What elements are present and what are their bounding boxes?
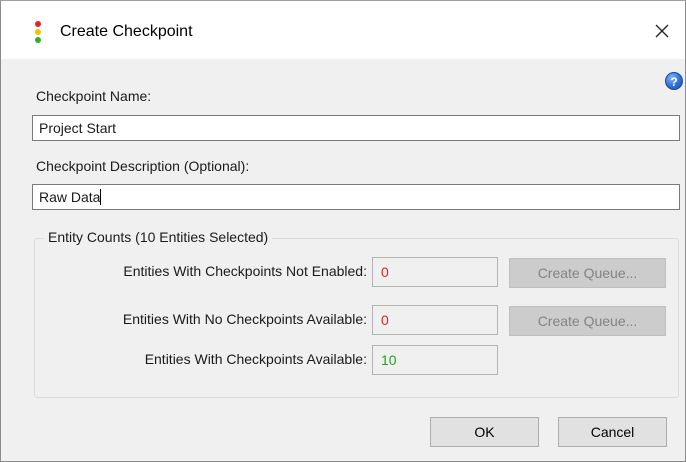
dialog-title: Create Checkpoint (60, 23, 193, 40)
ok-button[interactable]: OK (430, 417, 539, 447)
checkpoints-available-label: Entities With Checkpoints Available: (144, 351, 367, 367)
create-queue-not-enabled-button[interactable]: Create Queue... (509, 258, 666, 288)
not-enabled-label: Entities With Checkpoints Not Enabled: (123, 263, 367, 279)
checkpoint-name-input[interactable]: Project Start (32, 115, 680, 141)
checkpoint-name-value: Project Start (39, 120, 117, 136)
entity-counts-title: Entity Counts (10 Entities Selected) (44, 229, 273, 245)
create-checkpoint-dialog: Create Checkpoint ? Checkpoint Name: Pro… (0, 0, 686, 462)
help-icon[interactable]: ? (665, 72, 683, 90)
checkpoint-description-input[interactable]: Raw Data (32, 184, 680, 210)
checkpoint-name-label: Checkpoint Name: (36, 88, 152, 104)
close-button[interactable] (639, 9, 685, 53)
text-caret (100, 189, 102, 205)
checkpoint-description-value: Raw Data (39, 189, 101, 205)
close-icon (655, 24, 669, 38)
checkpoints-available-count: 10 (372, 345, 498, 375)
traffic-light-icon (35, 21, 41, 43)
create-queue-no-checkpoints-button[interactable]: Create Queue... (509, 306, 666, 336)
cancel-button[interactable]: Cancel (558, 417, 667, 447)
checkpoint-description-label: Checkpoint Description (Optional): (36, 158, 250, 174)
title-bar: Create Checkpoint (1, 1, 685, 59)
not-enabled-count: 0 (372, 257, 498, 287)
no-checkpoints-label: Entities With No Checkpoints Available: (122, 311, 367, 327)
no-checkpoints-count: 0 (372, 305, 498, 335)
